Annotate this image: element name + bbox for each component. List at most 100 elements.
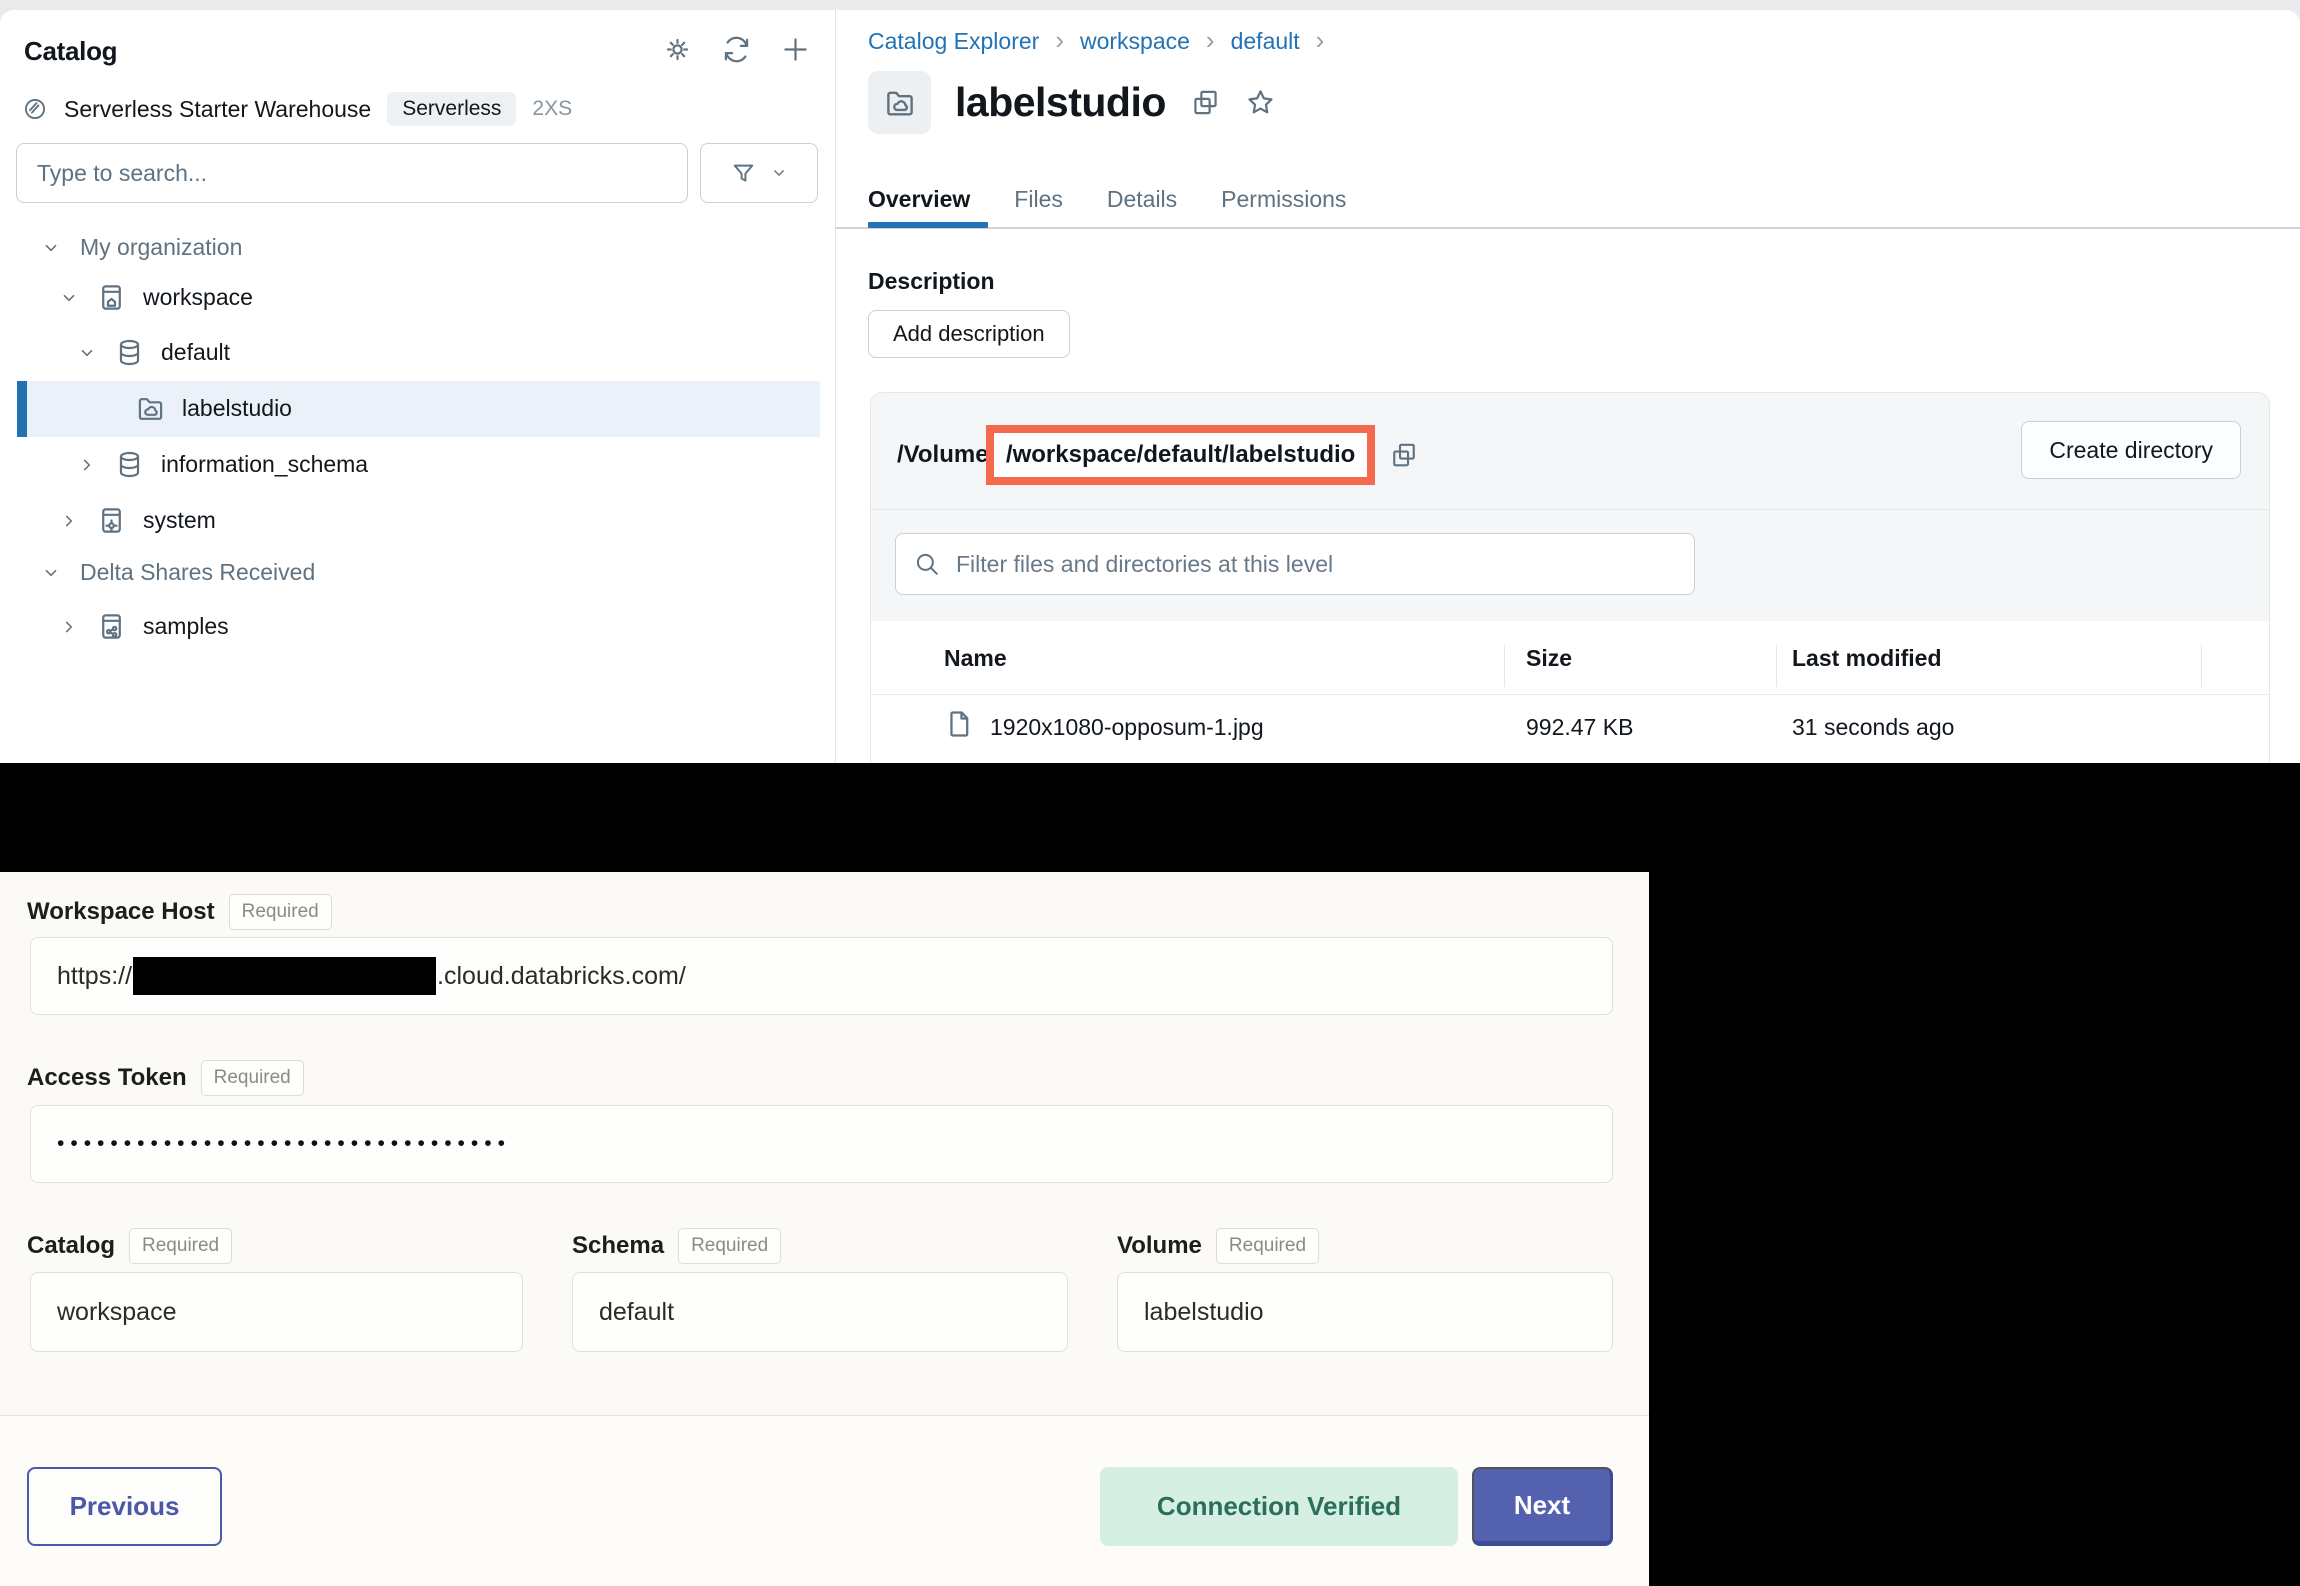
warehouse-row[interactable]: Serverless Starter Warehouse Serverless … <box>22 92 572 126</box>
breadcrumb-link-catalog-explorer[interactable]: Catalog Explorer <box>868 28 1039 55</box>
column-header-size[interactable]: Size <box>1526 645 1572 672</box>
plus-icon[interactable] <box>780 34 811 65</box>
active-tab-underline <box>868 222 988 228</box>
warehouse-name: Serverless Starter Warehouse <box>64 96 371 123</box>
redacted-region <box>1649 872 2300 1586</box>
copy-path-button[interactable] <box>1389 440 1419 470</box>
favorite-button[interactable] <box>1245 87 1276 118</box>
filter-button[interactable] <box>700 143 818 203</box>
tab-files[interactable]: Files <box>1014 186 1063 231</box>
breadcrumb-link-default[interactable]: default <box>1231 28 1300 55</box>
previous-button[interactable]: Previous <box>27 1467 222 1546</box>
catalog-explorer-window: Catalog Serverless Starter Warehouse Ser… <box>0 0 2300 763</box>
schema-input[interactable] <box>572 1272 1068 1352</box>
host-value-prefix: https:// <box>57 962 132 991</box>
star-icon <box>1245 87 1276 118</box>
volume-icon-box <box>868 71 931 134</box>
chevron-down-icon <box>769 163 789 183</box>
tree-item-labelstudio[interactable]: labelstudio <box>135 381 938 436</box>
required-badge: Required <box>201 1060 304 1096</box>
file-size: 992.47 KB <box>1526 714 1633 741</box>
redacted-host-segment <box>133 957 436 995</box>
files-table: Name Size Last modified 1920x1080-opposu… <box>871 621 2269 763</box>
tree-label: labelstudio <box>182 395 292 422</box>
column-header-name[interactable]: Name <box>944 645 1007 672</box>
chevron-down-icon[interactable] <box>40 237 62 259</box>
column-separator <box>1504 645 1505 687</box>
schema-label: Schema <box>572 1232 664 1260</box>
catalog-system-icon <box>96 505 127 536</box>
serverless-icon <box>22 96 48 122</box>
column-header-last-modified[interactable]: Last modified <box>1792 645 1942 672</box>
selection-bar <box>17 381 27 437</box>
refresh-icon[interactable] <box>721 34 752 65</box>
volume-icon <box>883 86 917 120</box>
tree-label: samples <box>143 613 229 640</box>
tab-divider <box>836 227 2300 229</box>
column-separator <box>2201 645 2202 687</box>
add-description-button[interactable]: Add description <box>868 310 1070 358</box>
tree-label: default <box>161 339 230 366</box>
tab-permissions[interactable]: Permissions <box>1221 186 1346 231</box>
tree-item-delta-shares-received[interactable]: Delta Shares Received <box>40 545 315 600</box>
filter-files-input[interactable] <box>895 533 1695 595</box>
volume-input[interactable] <box>1117 1272 1613 1352</box>
volume-label: Volume <box>1117 1232 1202 1260</box>
page-title: labelstudio <box>955 79 1166 126</box>
schema-icon <box>114 449 145 480</box>
next-button[interactable]: Next <box>1472 1467 1613 1546</box>
volume-title-row: labelstudio <box>868 71 1276 134</box>
chevron-right-icon[interactable] <box>58 510 80 532</box>
access-token-input[interactable] <box>30 1105 1613 1183</box>
connection-verified-status: Connection Verified <box>1100 1467 1458 1546</box>
annotation-highlight-box: /workspace/default/labelstudio <box>986 425 1375 485</box>
panel-divider <box>871 509 2269 510</box>
catalog-panel-title: Catalog <box>24 36 117 67</box>
tab-details[interactable]: Details <box>1107 186 1177 231</box>
breadcrumb: Catalog Explorer › workspace › default › <box>868 28 1324 55</box>
workspace-host-label: Workspace Host <box>27 898 215 926</box>
schema-icon <box>114 337 145 368</box>
workspace-host-input[interactable]: https:// .cloud.databricks.com/ <box>30 937 1613 1015</box>
tree-label: system <box>143 507 216 534</box>
access-token-label: Access Token <box>27 1064 187 1092</box>
required-badge: Required <box>1216 1228 1319 1264</box>
tree-item-workspace[interactable]: workspace <box>58 270 253 325</box>
copy-icon <box>1190 87 1221 118</box>
tree-item-system[interactable]: system <box>58 493 216 548</box>
chevron-right-icon: › <box>1316 27 1325 53</box>
tree-item-my-organization[interactable]: My organization <box>40 220 242 275</box>
table-row[interactable]: 1920x1080-opposum-1.jpg 992.47 KB 31 sec… <box>871 694 2269 763</box>
catalog-icon <box>96 282 127 313</box>
tree-item-labelstudio-selected[interactable]: labelstudio <box>17 381 820 437</box>
volume-path-highlighted: /workspace/default/labelstudio <box>1006 441 1355 469</box>
tree-item-samples[interactable]: samples <box>58 599 229 654</box>
create-directory-button[interactable]: Create directory <box>2021 421 2241 479</box>
search-input[interactable] <box>16 143 688 203</box>
catalog-shared-icon <box>96 611 127 642</box>
chevron-right-icon: › <box>1206 27 1215 53</box>
chevron-down-icon[interactable] <box>58 287 80 309</box>
storage-connection-form: Workspace Host Required https:// .cloud.d… <box>0 872 1649 1586</box>
chevron-right-icon[interactable] <box>76 454 98 476</box>
file-last-modified: 31 seconds ago <box>1792 714 1954 741</box>
chevron-right-icon[interactable] <box>58 616 80 638</box>
column-separator <box>1776 645 1777 687</box>
screenshot-root: Catalog Serverless Starter Warehouse Ser… <box>0 0 2300 1586</box>
gear-icon[interactable] <box>662 34 693 65</box>
copy-name-button[interactable] <box>1190 87 1221 118</box>
tree-label: workspace <box>143 284 253 311</box>
chevron-down-icon[interactable] <box>76 342 98 364</box>
volume-path: /Volumes /workspace/default/labelstudio <box>897 419 1419 491</box>
tree-label: Delta Shares Received <box>80 559 315 586</box>
catalog-input[interactable] <box>30 1272 523 1352</box>
breadcrumb-link-workspace[interactable]: workspace <box>1080 28 1190 55</box>
file-name[interactable]: 1920x1080-opposum-1.jpg <box>990 714 1264 741</box>
warehouse-size: 2XS <box>532 97 572 121</box>
host-value-suffix: .cloud.databricks.com/ <box>437 962 686 991</box>
tree-item-information-schema[interactable]: information_schema <box>76 437 368 492</box>
chevron-down-icon[interactable] <box>40 562 62 584</box>
tree-item-default[interactable]: default <box>76 325 230 380</box>
catalog-sidebar: Catalog Serverless Starter Warehouse Ser… <box>0 10 836 763</box>
chevron-right-icon: › <box>1055 27 1064 53</box>
